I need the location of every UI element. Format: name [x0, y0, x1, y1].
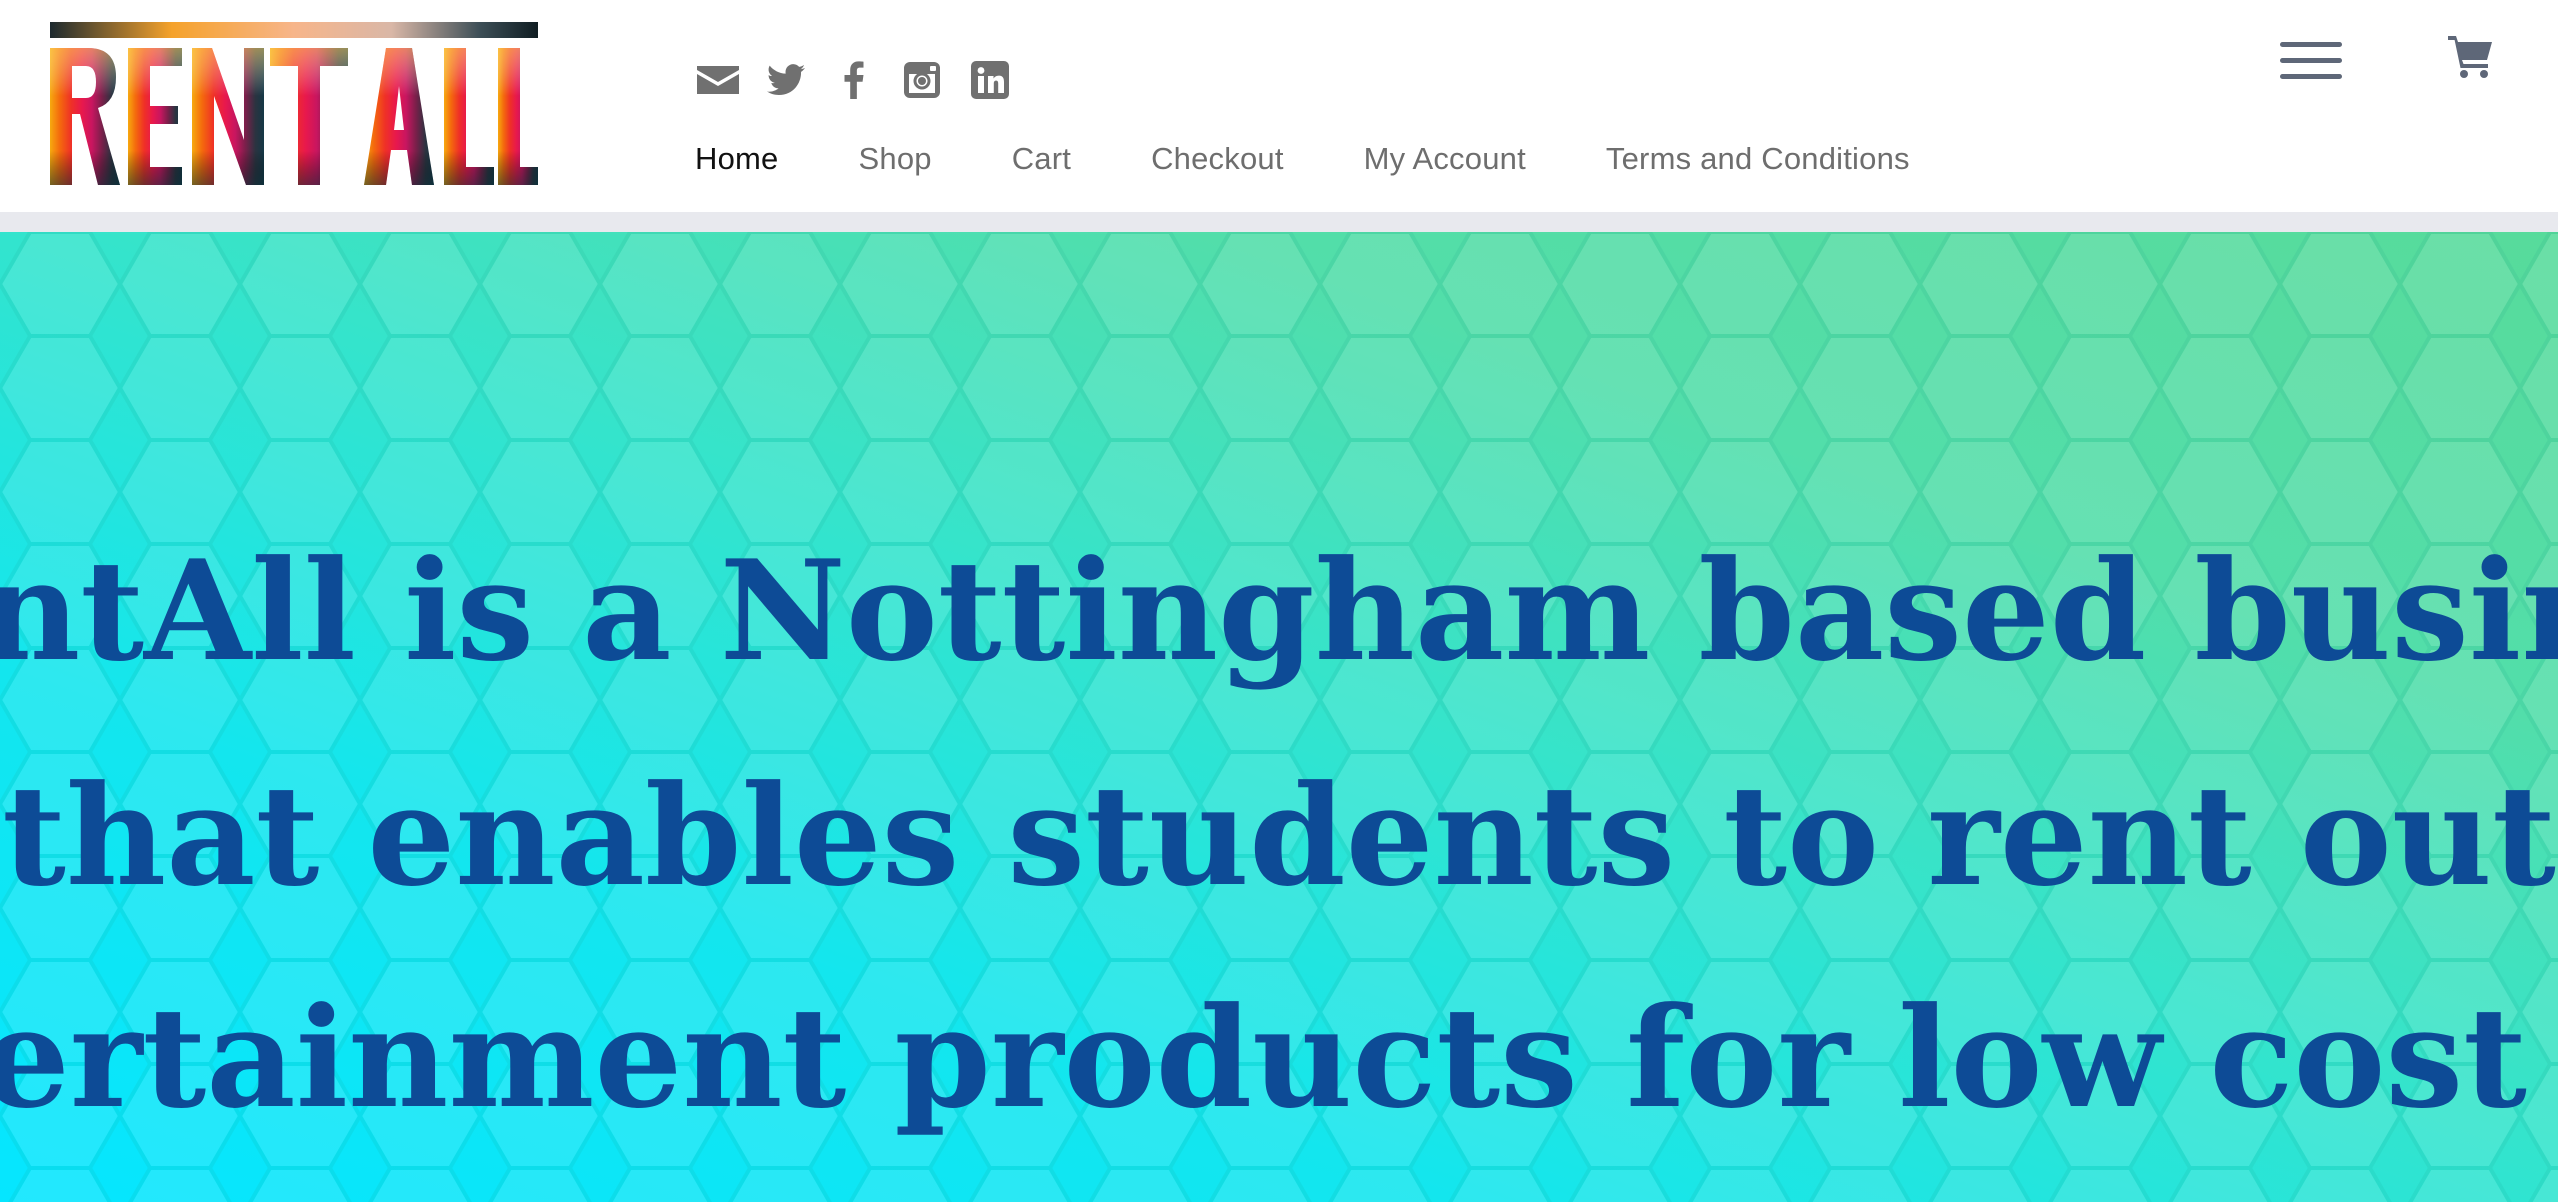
hero-text: ntAll is a Nottingham based busine that …	[0, 232, 2558, 1202]
header-divider	[0, 212, 2558, 232]
nav-cart[interactable]: Cart	[1012, 141, 1071, 177]
hero-line: ertainment products for low cost a	[0, 976, 2558, 1139]
nav-checkout[interactable]: Checkout	[1151, 141, 1284, 177]
hero-line: that enables students to rent out	[2, 754, 2556, 917]
logo-top-bar	[50, 22, 538, 38]
rentall-logo[interactable]	[50, 22, 538, 185]
mail-icon[interactable]	[696, 58, 740, 102]
nav-home[interactable]: Home	[695, 141, 779, 177]
hamburger-line	[2280, 58, 2342, 63]
social-links	[696, 58, 1012, 102]
hamburger-line	[2280, 42, 2342, 47]
nav-my-account[interactable]: My Account	[1364, 141, 1526, 177]
logo-shade	[50, 48, 538, 185]
nav-terms-and-conditions[interactable]: Terms and Conditions	[1606, 141, 1910, 177]
hamburger-line	[2280, 74, 2342, 79]
shopping-cart-icon[interactable]	[2446, 32, 2494, 80]
nav-shop[interactable]: Shop	[859, 141, 932, 177]
twitter-icon[interactable]	[764, 58, 808, 102]
facebook-icon[interactable]	[832, 58, 876, 102]
site-header: Home Shop Cart Checkout My Account Terms…	[0, 0, 2558, 212]
hero-line: ntAll is a Nottingham based busine	[0, 529, 2558, 692]
instagram-icon[interactable]	[900, 58, 944, 102]
hero-banner: ntAll is a Nottingham based busine that …	[0, 232, 2558, 1202]
linkedin-icon[interactable]	[968, 58, 1012, 102]
hamburger-menu-icon[interactable]	[2280, 40, 2344, 82]
main-nav: Home Shop Cart Checkout My Account Terms…	[695, 138, 1910, 180]
